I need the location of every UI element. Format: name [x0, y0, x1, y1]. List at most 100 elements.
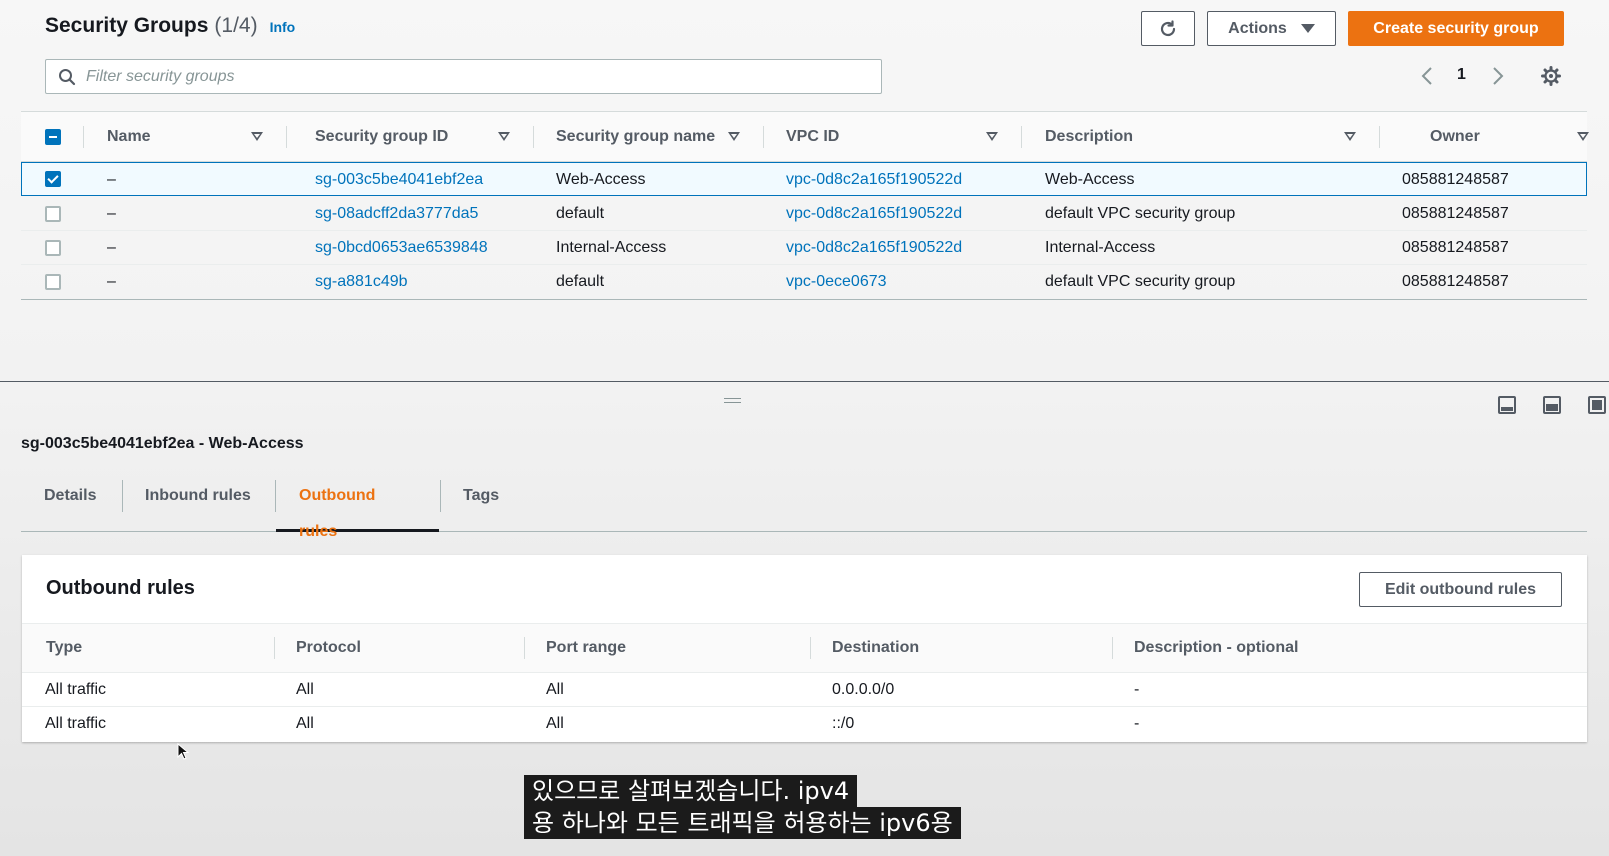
- edit-outbound-rules-button[interactable]: Edit outbound rules: [1359, 572, 1562, 607]
- cell-sg-name: default: [556, 273, 605, 290]
- cell-description: Web-Access: [1045, 171, 1135, 188]
- row-checkbox[interactable]: [45, 240, 61, 256]
- column-divider: [763, 126, 764, 148]
- panel-bottom-layout-icon[interactable]: [1498, 396, 1516, 414]
- sort-icon[interactable]: [251, 132, 263, 141]
- column-header-owner[interactable]: Owner: [1430, 112, 1480, 162]
- cell-owner: 085881248587: [1402, 205, 1509, 222]
- cell-description: -: [1134, 715, 1140, 732]
- cell-sg-id[interactable]: sg-a881c49b: [315, 265, 408, 299]
- cell-port-range: All: [546, 715, 564, 732]
- cell-sg-name: default: [556, 205, 605, 222]
- search-input[interactable]: [86, 67, 846, 86]
- sort-icon[interactable]: [728, 132, 740, 141]
- column-header-description: Description - optional: [1134, 639, 1299, 656]
- table-row[interactable]: – sg-0bcd0653ae6539848 Internal-Access v…: [21, 231, 1587, 265]
- sort-icon[interactable]: [498, 132, 510, 141]
- panel-split-layout-icon[interactable]: [1543, 396, 1561, 414]
- column-header-name[interactable]: Name: [107, 112, 151, 162]
- refresh-button[interactable]: [1141, 11, 1195, 46]
- cell-vpc-id[interactable]: vpc-0d8c2a165f190522d: [786, 231, 962, 265]
- cell-vpc-id[interactable]: vpc-0ece0673: [786, 265, 887, 299]
- column-header-protocol: Protocol: [296, 639, 361, 656]
- row-checkbox[interactable]: [45, 171, 61, 187]
- cell-sg-id[interactable]: sg-0bcd0653ae6539848: [315, 231, 488, 265]
- row-checkbox[interactable]: [45, 206, 61, 222]
- detail-tabs: Details Inbound rules Outbound rules Tag…: [21, 478, 1587, 540]
- tab-details[interactable]: Details: [21, 478, 119, 532]
- cell-description: default VPC security group: [1045, 273, 1236, 290]
- column-header-vpc-id[interactable]: VPC ID: [786, 112, 839, 162]
- page-number[interactable]: 1: [1457, 66, 1466, 84]
- detail-title: sg-003c5be4041ebf2ea - Web-Access: [21, 435, 304, 452]
- chevron-right-icon[interactable]: [1492, 66, 1504, 86]
- page-title: Security Groups: [45, 14, 209, 37]
- column-header-sg-id[interactable]: Security group ID: [315, 112, 448, 162]
- outbound-rules-title: Outbound rules: [46, 577, 195, 599]
- edit-outbound-label: Edit outbound rules: [1384, 580, 1537, 598]
- subtitle-line-2: 용 하나와 모든 트래픽을 허용하는 ipv6용: [524, 807, 961, 839]
- actions-label: Actions: [1228, 19, 1287, 37]
- select-all-checkbox[interactable]: [45, 129, 61, 145]
- table-row[interactable]: – sg-08adcff2da3777da5 default vpc-0d8c2…: [21, 197, 1587, 231]
- tab-inbound-rules[interactable]: Inbound rules: [122, 478, 274, 532]
- mouse-cursor-icon: [177, 743, 189, 760]
- column-divider: [810, 637, 811, 659]
- cell-protocol: All: [296, 681, 314, 698]
- page-header: Security Groups (1/4) Info: [45, 14, 295, 44]
- panel-full-layout-icon[interactable]: [1588, 396, 1606, 414]
- split-divider[interactable]: [0, 381, 1609, 382]
- search-icon: [59, 68, 76, 85]
- column-header-sg-name[interactable]: Security group name: [556, 112, 715, 162]
- cell-sg-id[interactable]: sg-08adcff2da3777da5: [315, 197, 478, 231]
- gear-icon[interactable]: [1541, 66, 1561, 86]
- cell-type: All traffic: [45, 715, 107, 732]
- table-row: All traffic All All 0.0.0.0/0 -: [22, 673, 1587, 707]
- cell-name: –: [107, 205, 116, 222]
- column-header-description[interactable]: Description: [1045, 112, 1133, 162]
- table-row: All traffic All All ::/0 -: [22, 707, 1587, 741]
- column-divider: [533, 126, 534, 148]
- cell-port-range: All: [546, 681, 564, 698]
- cell-sg-name: Web-Access: [556, 171, 646, 188]
- tab-tags[interactable]: Tags: [440, 478, 522, 532]
- tab-outbound-rules[interactable]: Outbound rules: [276, 478, 439, 540]
- cell-type: All traffic: [45, 681, 107, 698]
- cell-owner: 085881248587: [1402, 273, 1509, 290]
- cell-sg-name: Internal-Access: [556, 239, 667, 256]
- column-divider: [274, 637, 275, 659]
- security-groups-table: Name Security group ID Security group na…: [21, 111, 1589, 300]
- table-header: Name Security group ID Security group na…: [21, 112, 1589, 162]
- create-label: Create security group: [1373, 19, 1539, 37]
- column-divider: [83, 126, 84, 148]
- column-header-destination: Destination: [832, 639, 920, 656]
- sort-icon[interactable]: [1344, 132, 1356, 141]
- sort-icon[interactable]: [986, 132, 998, 141]
- sort-icon[interactable]: [1577, 132, 1589, 141]
- cell-name: –: [107, 239, 116, 256]
- column-divider: [524, 637, 525, 659]
- cell-destination: 0.0.0.0/0: [832, 681, 895, 698]
- cell-name: –: [107, 273, 116, 290]
- outbound-rules-panel: Outbound rules Edit outbound rules Type …: [22, 555, 1587, 742]
- table-row[interactable]: – sg-003c5be4041ebf2ea Web-Access vpc-0d…: [21, 162, 1587, 196]
- video-subtitles: 있으므로 살펴보겠습니다. ipv4 용 하나와 모든 트래픽을 허용하는 ip…: [524, 775, 961, 839]
- cell-vpc-id[interactable]: vpc-0d8c2a165f190522d: [786, 163, 962, 197]
- outbound-table-header: Type Protocol Port range Destination Des…: [22, 623, 1587, 673]
- cell-protocol: All: [296, 715, 314, 732]
- subtitle-line-1: 있으므로 살펴보겠습니다. ipv4: [524, 775, 858, 807]
- cell-sg-id[interactable]: sg-003c5be4041ebf2ea: [315, 163, 483, 197]
- refresh-icon: [1160, 19, 1176, 36]
- chevron-left-icon[interactable]: [1421, 66, 1433, 86]
- row-checkbox[interactable]: [45, 274, 61, 290]
- create-security-group-button[interactable]: Create security group: [1348, 11, 1564, 46]
- column-divider: [1021, 126, 1022, 148]
- cell-name: –: [107, 171, 116, 188]
- drag-handle-icon[interactable]: [724, 398, 741, 403]
- table-row[interactable]: – sg-a881c49b default vpc-0ece0673 defau…: [21, 265, 1587, 299]
- cell-description: -: [1134, 681, 1140, 698]
- cell-vpc-id[interactable]: vpc-0d8c2a165f190522d: [786, 197, 962, 231]
- info-link[interactable]: Info: [270, 19, 296, 35]
- actions-dropdown[interactable]: Actions: [1207, 11, 1336, 46]
- search-field[interactable]: [45, 59, 882, 94]
